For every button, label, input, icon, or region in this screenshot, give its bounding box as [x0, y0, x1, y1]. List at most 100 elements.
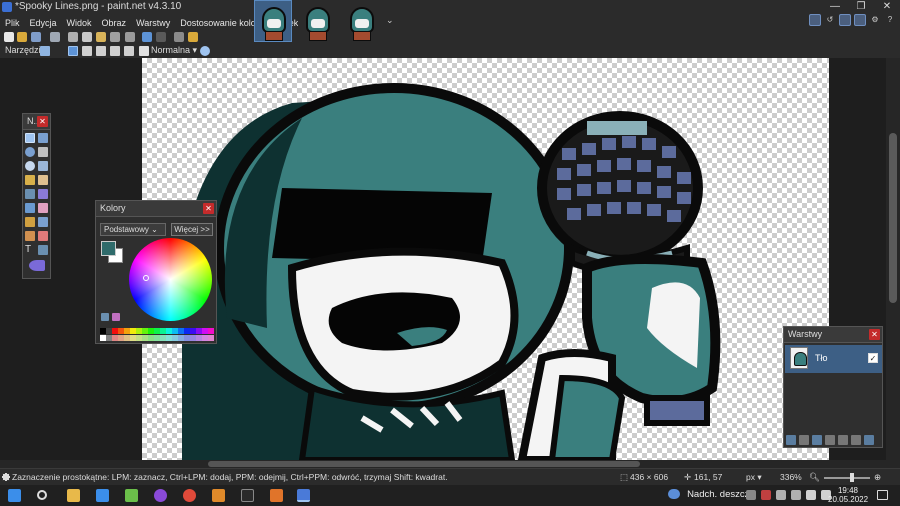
search-icon[interactable]: [37, 490, 47, 500]
recolor-tool-icon[interactable]: [38, 231, 48, 241]
selection-mode-intersect-icon[interactable]: [110, 46, 120, 56]
palette-menu-icon[interactable]: [112, 313, 120, 321]
ruler-icon[interactable]: [188, 32, 198, 42]
menu-edit[interactable]: Edycja: [25, 15, 62, 31]
selection-mode-union-icon[interactable]: [82, 46, 92, 56]
settings-gear-icon[interactable]: ⚙: [869, 14, 881, 26]
vertical-scrollbar[interactable]: [886, 58, 900, 460]
duplicate-layer-icon[interactable]: [812, 435, 822, 445]
delete-layer-icon[interactable]: [799, 435, 809, 445]
text-tool-icon[interactable]: T: [25, 245, 35, 255]
help-icon[interactable]: ?: [884, 14, 896, 26]
palette-swatch[interactable]: [208, 334, 214, 341]
add-layer-icon[interactable]: [786, 435, 796, 445]
image-canvas[interactable]: [142, 58, 829, 460]
move-selected-tool-icon[interactable]: [38, 133, 48, 143]
crop-icon[interactable]: [110, 32, 120, 42]
horizontal-scrollbar-thumb[interactable]: [208, 461, 640, 467]
history-icon[interactable]: ↺: [824, 14, 836, 26]
layer-properties-icon[interactable]: [864, 435, 874, 445]
tools-panel-close-button[interactable]: ✕: [37, 116, 48, 127]
open-file-icon[interactable]: [17, 32, 27, 42]
color-wheel[interactable]: [129, 238, 212, 321]
move-layer-down-icon[interactable]: [851, 435, 861, 445]
discord-icon[interactable]: [154, 489, 167, 502]
brave-icon[interactable]: [270, 489, 283, 502]
lasso-select-tool-icon[interactable]: [25, 147, 35, 157]
start-windows-icon[interactable]: [8, 489, 21, 502]
zoom-tool-icon[interactable]: [38, 161, 48, 171]
print-icon[interactable]: [50, 32, 60, 42]
menu-view[interactable]: Widok: [62, 15, 97, 31]
clock[interactable]: 19:48 20.05.2022: [828, 486, 868, 504]
redo-icon[interactable]: [156, 32, 166, 42]
palette-dropdown[interactable]: Podstawowy ⌄: [100, 223, 166, 236]
merge-layer-down-icon[interactable]: [825, 435, 835, 445]
move-layer-up-icon[interactable]: [838, 435, 848, 445]
colors-panel-header[interactable]: Kolory ✕: [96, 201, 216, 217]
colors-toggle-icon[interactable]: [854, 14, 866, 26]
deselect-icon[interactable]: [125, 32, 135, 42]
pencil-tool-icon[interactable]: [25, 217, 35, 227]
gradient-tool-icon[interactable]: [38, 189, 48, 199]
image-list-chevron-icon[interactable]: ⌄: [386, 15, 394, 26]
antialias-icon[interactable]: [200, 46, 210, 56]
tools-panel-header[interactable]: N... ✕: [23, 114, 50, 130]
paintbrush-tool-icon[interactable]: [25, 203, 35, 213]
horizontal-scrollbar[interactable]: [0, 460, 900, 468]
undo-icon[interactable]: [142, 32, 152, 42]
weather-widget[interactable]: Nadch. deszcz: [668, 488, 749, 500]
pan-tool-icon[interactable]: [38, 175, 48, 185]
menu-file[interactable]: Plik: [0, 15, 25, 31]
zoom-out-icon[interactable]: 🔍︎: [809, 472, 820, 483]
layers-toggle-icon[interactable]: [839, 14, 851, 26]
vertical-scrollbar-thumb[interactable]: [889, 133, 897, 303]
file-explorer-icon[interactable]: [67, 489, 80, 502]
grid-icon[interactable]: [174, 32, 184, 42]
ellipse-select-tool-icon[interactable]: [25, 161, 35, 171]
colors-panel-close-button[interactable]: ✕: [203, 203, 214, 214]
zoom-in-icon[interactable]: ⊕: [874, 472, 881, 483]
notifications-icon[interactable]: [877, 490, 888, 500]
units-dropdown[interactable]: px ▾: [746, 472, 762, 483]
layers-panel-header[interactable]: Warstwy ✕: [784, 327, 882, 343]
move-selection-tool-icon[interactable]: [38, 147, 48, 157]
tray-network-icon[interactable]: [776, 490, 786, 500]
close-window-button[interactable]: ✕: [874, 0, 900, 14]
cut-icon[interactable]: [68, 32, 78, 42]
zoom-slider-handle[interactable]: [850, 473, 854, 482]
tray-app-2-icon[interactable]: [791, 490, 801, 500]
layer-visibility-checkbox[interactable]: ✓: [868, 353, 878, 363]
chrome-icon[interactable]: [183, 489, 196, 502]
selection-mode-xor-icon[interactable]: [124, 46, 134, 56]
shapes-tool-icon[interactable]: [29, 260, 45, 271]
rectangle-select-tool-icon[interactable]: [25, 133, 35, 143]
palette-swatch[interactable]: [208, 328, 214, 334]
magic-wand-tool-icon[interactable]: [25, 175, 35, 185]
color-wheel-cursor[interactable]: [143, 275, 149, 281]
primary-color-swatch[interactable]: [101, 241, 116, 256]
zoom-slider[interactable]: [824, 477, 870, 479]
wifi-icon[interactable]: [806, 490, 816, 500]
current-tool-icon[interactable]: [40, 46, 50, 56]
paint-net-taskbar-icon[interactable]: [297, 489, 310, 502]
app-green-icon[interactable]: [125, 489, 138, 502]
layers-panel-close-button[interactable]: ✕: [869, 329, 880, 340]
add-to-palette-icon[interactable]: [101, 313, 109, 321]
eraser-tool-icon[interactable]: [38, 203, 48, 213]
copy-icon[interactable]: [82, 32, 92, 42]
app-orange-icon[interactable]: [212, 489, 225, 502]
tray-app-icon[interactable]: [761, 490, 771, 500]
clone-stamp-tool-icon[interactable]: [25, 231, 35, 241]
blend-mode-dropdown[interactable]: Normalna ▾: [151, 45, 197, 56]
tools-toggle-icon[interactable]: [809, 14, 821, 26]
zoom-level[interactable]: 336%: [780, 472, 802, 482]
app-dark-icon[interactable]: [241, 489, 254, 502]
selection-mode-exclude-icon[interactable]: [96, 46, 106, 56]
paint-bucket-tool-icon[interactable]: [25, 189, 35, 199]
save-icon[interactable]: [31, 32, 41, 42]
selection-mode-replace-icon[interactable]: [68, 46, 78, 56]
more-colors-button[interactable]: Więcej >>: [171, 223, 213, 236]
color-picker-tool-icon[interactable]: [38, 217, 48, 227]
minimize-button[interactable]: —: [822, 0, 848, 14]
